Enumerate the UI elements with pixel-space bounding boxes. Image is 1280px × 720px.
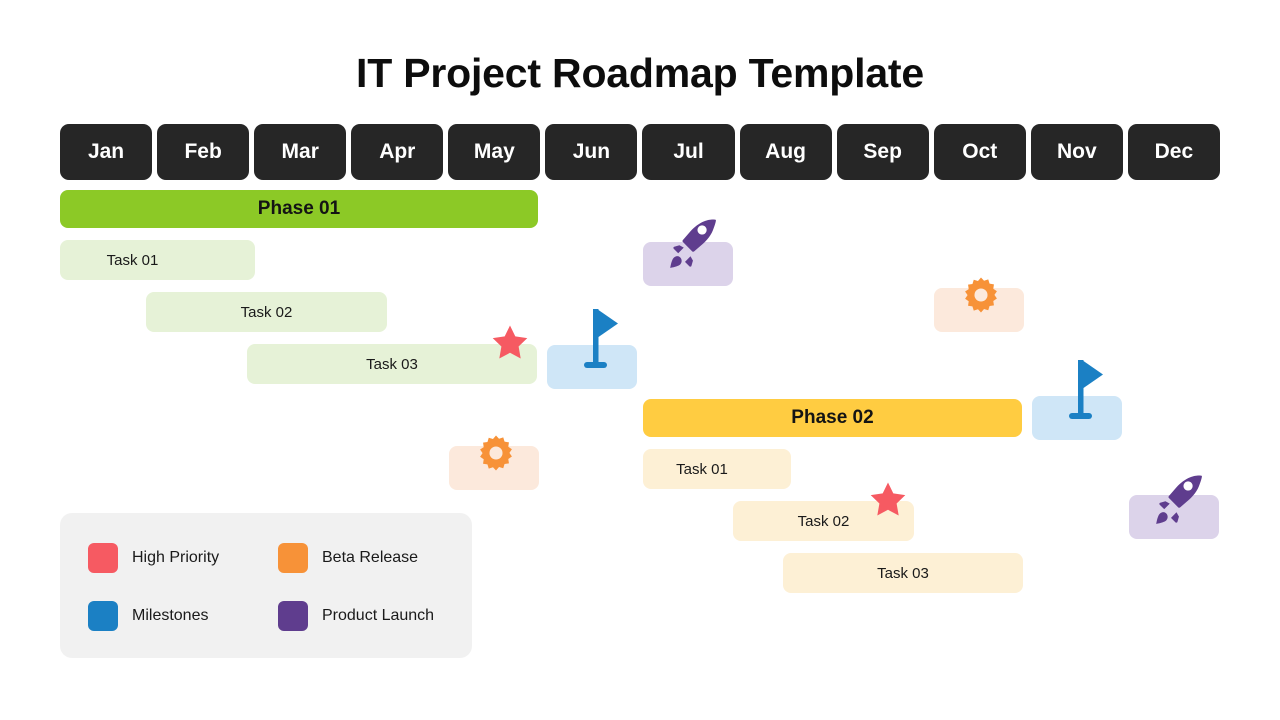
phase-bar-phase-02[interactable]: Phase 02: [643, 399, 1022, 437]
task-bar-p2-task-01[interactable]: Task 01: [643, 449, 791, 489]
task-bar-label: Task 02: [797, 512, 850, 530]
star-icon: [492, 325, 528, 359]
product-launch-swatch: [278, 601, 308, 631]
legend-item-product-launch[interactable]: Product Launch: [278, 601, 468, 631]
legend-item-high-priority[interactable]: High Priority: [88, 543, 278, 573]
phase-bar-phase-01[interactable]: Phase 01: [60, 190, 538, 228]
task-bar-label: Task 03: [366, 355, 418, 373]
marker-chip-product-launch-jul[interactable]: [643, 242, 733, 286]
legend-item-label: Product Launch: [322, 607, 435, 624]
star-icon: [870, 482, 906, 516]
legend-item-beta-release[interactable]: Beta Release: [278, 543, 468, 573]
marker-chip-milestone-nov[interactable]: [1032, 396, 1122, 440]
task-bar-label: Task 02: [240, 303, 293, 321]
phase-bar-label: Phase 02: [791, 407, 874, 428]
task-bar-p1-task-02[interactable]: Task 02: [146, 292, 387, 332]
marker-chip-beta-release-oct[interactable]: [934, 288, 1024, 332]
task-bar-p2-task-03[interactable]: Task 03: [783, 553, 1023, 593]
legend-item-label: Beta Release: [322, 549, 419, 566]
task-bar-p1-task-01[interactable]: Task 01: [60, 240, 255, 280]
legend-item-milestones[interactable]: Milestones: [88, 601, 278, 631]
marker-chip-product-launch-dec[interactable]: [1129, 495, 1219, 539]
legend-item-label: Milestones: [132, 607, 209, 624]
task-bar-label: Task 01: [106, 251, 159, 269]
marker-chip-milestone-jun[interactable]: [547, 345, 637, 389]
milestones-swatch: [88, 601, 118, 631]
marker-chip-beta-release-may[interactable]: [449, 446, 539, 490]
beta-release-swatch: [278, 543, 308, 573]
legend-item-label: High Priority: [132, 549, 220, 566]
phase-bar-label: Phase 01: [257, 198, 341, 219]
high-priority-swatch: [88, 543, 118, 573]
task-bar-label: Task 03: [877, 564, 929, 582]
legend-panel: High Priority Beta Release Milestones Pr…: [60, 513, 472, 658]
task-bar-label: Task 01: [676, 460, 728, 478]
